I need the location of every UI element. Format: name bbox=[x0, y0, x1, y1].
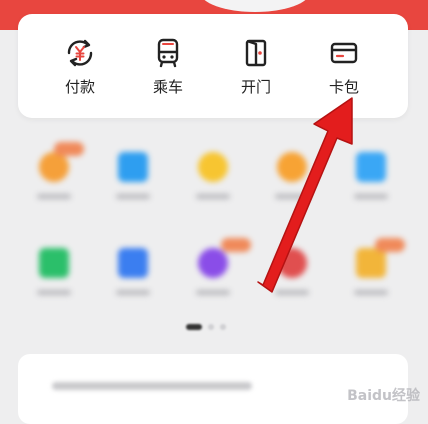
app-tile bbox=[262, 248, 322, 295]
page-indicator bbox=[186, 322, 246, 332]
app-tile bbox=[262, 152, 322, 199]
app-tile bbox=[183, 152, 243, 199]
bus-icon bbox=[157, 38, 179, 68]
quick-action-label: 乘车 bbox=[152, 78, 183, 96]
quick-action-open-door[interactable]: 开门 bbox=[216, 36, 296, 97]
quick-action-label: 卡包 bbox=[328, 78, 359, 96]
app-tile bbox=[103, 152, 163, 199]
payment-yuan-icon bbox=[67, 39, 93, 67]
quick-action-payment[interactable]: 付款 bbox=[40, 36, 120, 97]
app-tile bbox=[341, 152, 401, 199]
app-tile bbox=[183, 238, 251, 295]
quick-action-label: 付款 bbox=[64, 78, 95, 96]
quick-actions-card: 付款 乘车 开门 卡包 bbox=[18, 14, 408, 118]
app-tile bbox=[24, 142, 84, 199]
app-tile bbox=[103, 248, 163, 295]
quick-action-ride[interactable]: 乘车 bbox=[128, 36, 208, 97]
card-wallet-icon bbox=[330, 42, 358, 64]
watermark-text: Baidu经验 bbox=[347, 388, 420, 404]
quick-action-label: 开门 bbox=[240, 78, 271, 96]
app-tile bbox=[24, 248, 84, 295]
app-tile bbox=[341, 238, 405, 295]
door-icon bbox=[245, 39, 267, 67]
quick-action-card-wallet[interactable]: 卡包 bbox=[304, 36, 384, 97]
